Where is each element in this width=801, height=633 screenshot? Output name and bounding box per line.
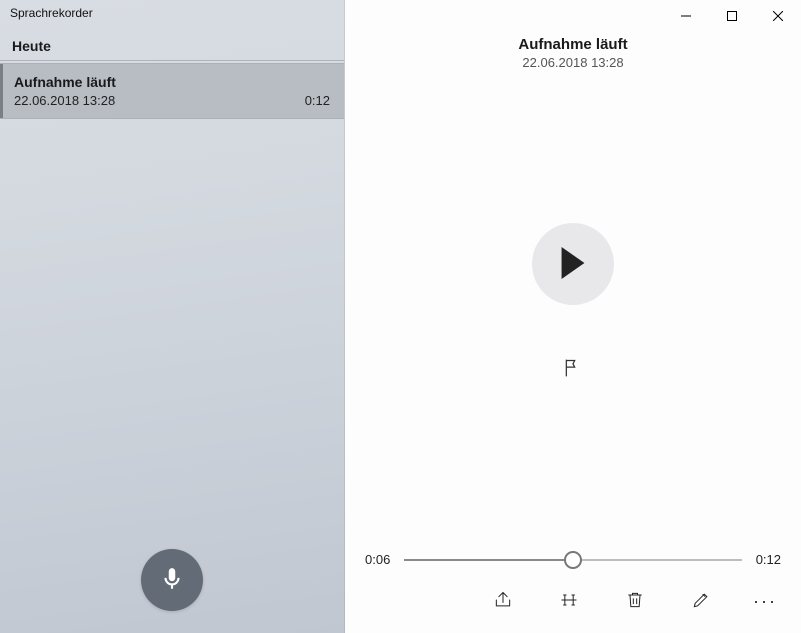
recordings-list: Aufnahme läuft 22.06.2018 13:28 0:12: [0, 63, 344, 119]
list-item-title: Aufnahme läuft: [14, 74, 330, 90]
trim-button[interactable]: [555, 587, 583, 615]
window-controls: [345, 0, 801, 30]
trim-icon: [559, 590, 579, 613]
timeline: 0:06 0:12: [345, 552, 801, 567]
app-title: Sprachrekorder: [0, 0, 344, 30]
main-panel: Aufnahme läuft 22.06.2018 13:28 0:06 0:1…: [345, 0, 801, 633]
delete-icon: [625, 590, 645, 613]
list-item-duration: 0:12: [305, 93, 330, 108]
flag-icon: [563, 357, 583, 382]
rename-button[interactable]: [687, 587, 715, 615]
detail-title: Aufnahme läuft: [345, 36, 801, 53]
close-icon: [773, 9, 783, 24]
total-label: 0:12: [756, 552, 781, 567]
more-button[interactable]: ···: [753, 591, 777, 612]
position-label: 0:06: [365, 552, 390, 567]
seek-thumb[interactable]: [564, 551, 582, 569]
seek-fill: [404, 559, 573, 561]
marker-button[interactable]: [553, 349, 593, 389]
more-icon: ···: [753, 591, 777, 611]
maximize-button[interactable]: [709, 2, 755, 30]
list-item[interactable]: Aufnahme läuft 22.06.2018 13:28 0:12: [0, 63, 344, 119]
edit-icon: [691, 590, 711, 613]
share-icon: [493, 590, 513, 613]
minimize-icon: [681, 9, 691, 24]
record-button[interactable]: [141, 549, 203, 611]
share-button[interactable]: [489, 587, 517, 615]
microphone-icon: [159, 566, 185, 595]
sidebar: Sprachrekorder Heute Aufnahme läuft 22.0…: [0, 0, 345, 633]
play-icon: [559, 247, 587, 282]
section-header-today: Heute: [0, 30, 344, 61]
close-button[interactable]: [755, 2, 801, 30]
action-bar: ···: [345, 587, 801, 633]
delete-button[interactable]: [621, 587, 649, 615]
list-item-datetime: 22.06.2018 13:28: [14, 93, 115, 108]
seek-track[interactable]: [404, 559, 741, 561]
detail-header: Aufnahme läuft 22.06.2018 13:28: [345, 36, 801, 70]
minimize-button[interactable]: [663, 2, 709, 30]
detail-datetime: 22.06.2018 13:28: [345, 55, 801, 70]
play-button[interactable]: [532, 223, 614, 305]
maximize-icon: [727, 9, 737, 24]
